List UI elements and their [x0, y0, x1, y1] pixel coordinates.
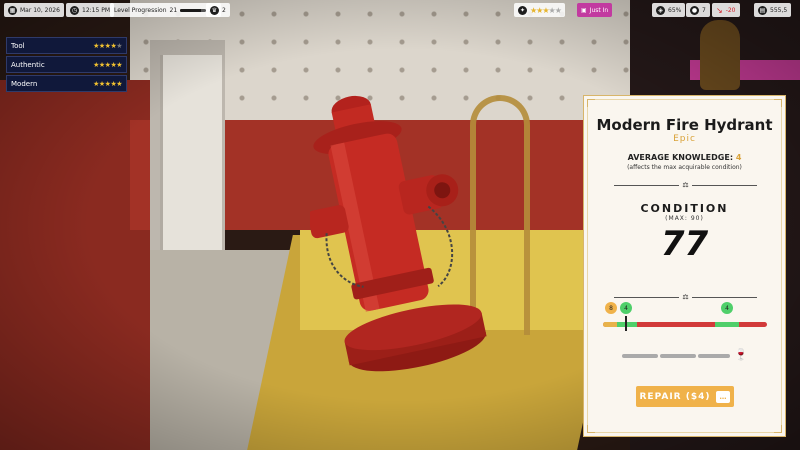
more-icon: … — [716, 390, 731, 403]
tag-row[interactable]: Tool ★★★★★ — [6, 37, 127, 54]
shop-rating: ✦ ★★★★★ — [514, 3, 565, 17]
money-total-value: 555,5 — [770, 6, 788, 14]
crown-icon: ♛ — [210, 5, 219, 15]
level-progression: Level Progression 21 22 — [110, 3, 221, 17]
repair-step — [660, 354, 696, 358]
date-display: ▦ Mar 10, 2026 — [4, 3, 64, 17]
repair-button[interactable]: REPAIR ($4) … — [636, 386, 734, 407]
clock-icon: ◷ — [70, 5, 79, 15]
knowledge-value: 4 — [735, 153, 742, 162]
pin-value: 4 — [725, 304, 729, 312]
knowledge-subtitle: (affects the max acquirable condition) — [627, 164, 742, 171]
time-text: 12:15 PM — [82, 6, 110, 14]
stat-a: ♛ 2 — [206, 3, 230, 17]
trend-icon: ↘ — [716, 5, 723, 15]
stat-count: ● 7 — [686, 3, 710, 17]
date-text: Mar 10, 2026 — [20, 6, 60, 14]
stat-percent: ◈ 65% — [652, 3, 686, 17]
money-total: ▤ 555,5 — [754, 3, 792, 17]
alert-icon: ▣ — [581, 6, 587, 14]
money-delta-value: -20 — [725, 6, 736, 14]
item-rarity: Epic — [673, 134, 696, 144]
tag-label: Tool — [11, 41, 25, 50]
item-title: Modern Fire Hydrant — [596, 116, 773, 134]
star-icon: ★ — [116, 41, 122, 50]
calendar-icon: ▦ — [8, 5, 17, 15]
shop-rating-icon: ✦ — [518, 5, 527, 15]
condition-value: 77 — [660, 224, 709, 264]
star-icon: ★ — [116, 79, 122, 88]
tag-row[interactable]: Modern ★★★★★ — [6, 75, 127, 92]
repair-label: REPAIR ($4) — [639, 391, 711, 402]
panel-corner — [774, 425, 782, 433]
top-status-bar: ▦ Mar 10, 2026 ◷ 12:15 PM Level Progress… — [0, 0, 800, 20]
condition-label: CONDITION — [640, 202, 729, 215]
repair-step — [622, 354, 658, 358]
item-info-panel: Modern Fire Hydrant Epic AVERAGE KNOWLED… — [583, 95, 786, 437]
bar-segment-gold — [603, 322, 617, 327]
tag-label: Authentic — [11, 60, 45, 69]
tag-label: Modern — [11, 79, 38, 88]
scale-icon: ⚖ — [679, 181, 692, 189]
scale-icon: ⚖ — [679, 293, 692, 301]
condition-max: (MAX: 90) — [665, 215, 704, 222]
pink-tag-text: Just In — [589, 6, 609, 14]
bar-segment-green — [617, 322, 637, 327]
panel-corner — [774, 99, 782, 107]
stat-a-value: 2 — [222, 6, 226, 14]
level-label: Level Progression — [114, 6, 167, 14]
orb-icon: ● — [690, 5, 699, 15]
panel-corner — [587, 99, 595, 107]
marker-pin: 4 — [620, 302, 632, 314]
tag-stars: ★★★★★ — [93, 61, 122, 69]
money-delta: ↘ -20 — [712, 3, 740, 17]
stat-count-value: 7 — [702, 6, 706, 14]
cash-register-icon: ▤ — [758, 5, 767, 15]
pin-value: 4 — [624, 304, 628, 312]
star-icon: ★ — [554, 5, 562, 15]
marker-pin: 4 — [721, 302, 733, 314]
knowledge-label: AVERAGE KNOWLEDGE: — [627, 153, 734, 162]
tag-stars: ★★★★★ — [93, 80, 122, 88]
time-display: ◷ 12:15 PM — [66, 3, 114, 17]
tag-stars: ★★★★★ — [93, 42, 122, 50]
repair-step — [698, 354, 730, 358]
marker-pin: 8 — [605, 302, 617, 314]
condition-bar: 8 4 4 — [603, 302, 767, 331]
level-progress-fill — [180, 8, 201, 12]
panel-corner — [587, 425, 595, 433]
level-progress-bar — [180, 8, 207, 12]
shield-icon: ◈ — [656, 5, 665, 15]
stat-percent-value: 65% — [668, 6, 682, 14]
notification-tag[interactable]: ▣ Just In — [577, 3, 613, 17]
bar-handle[interactable] — [625, 316, 627, 331]
broken-glass-icon: 🍷 — [734, 348, 748, 361]
star-icon: ★ — [116, 60, 122, 69]
knowledge-line: AVERAGE KNOWLEDGE: 4 — [584, 153, 785, 162]
rating-stars: ★★★★★ — [530, 5, 562, 15]
item-tag-list: Tool ★★★★★ Authentic ★★★★★ Modern ★★★★★ — [6, 37, 127, 94]
level-current: 21 — [169, 6, 178, 14]
bar-segment-green — [715, 322, 739, 327]
tag-row[interactable]: Authentic ★★★★★ — [6, 56, 127, 73]
pin-value: 8 — [609, 304, 613, 312]
